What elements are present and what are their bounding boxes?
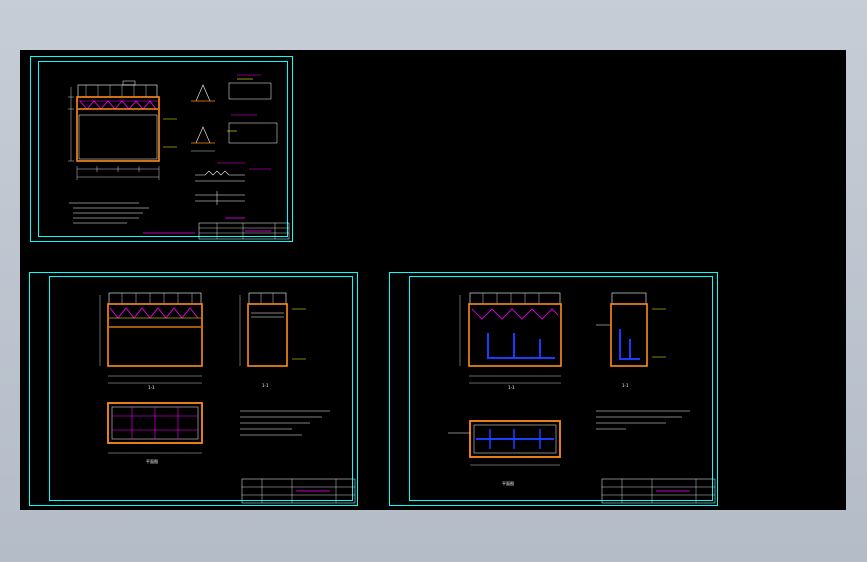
sheet-3-title-block bbox=[601, 478, 716, 504]
svg-text:1-1: 1-1 bbox=[508, 385, 515, 390]
tank-side-section: 1-1 bbox=[239, 292, 306, 388]
sheet-2-drawing: 1-1 1-1 平面图 bbox=[99, 292, 356, 504]
drawing-sheet-2[interactable]: 1-1 1-1 平面图 bbox=[29, 272, 358, 506]
sheet-3-drawing: 1-1 1-1 平面图 bbox=[448, 292, 716, 504]
sheet-2-title-block bbox=[241, 478, 356, 504]
sheet-2-notes bbox=[240, 410, 330, 436]
tank-side-section-2: 1-1 bbox=[596, 292, 666, 388]
svg-text:平面图: 平面图 bbox=[502, 480, 514, 486]
drawing-sheet-1[interactable] bbox=[30, 56, 293, 242]
tank-section-elevation: 1-1 bbox=[99, 292, 203, 390]
sheet-1-notes bbox=[69, 202, 245, 234]
svg-text:1-1: 1-1 bbox=[262, 383, 269, 388]
svg-text:1-1: 1-1 bbox=[622, 383, 629, 388]
drawing-sheet-3[interactable]: 1-1 1-1 平面图 bbox=[389, 272, 718, 506]
svg-text:平面图: 平面图 bbox=[146, 458, 158, 464]
tank-plan-view: 平面图 bbox=[107, 402, 203, 464]
tank-elevation bbox=[68, 80, 177, 180]
sheet-1-drawing bbox=[68, 74, 290, 240]
svg-text:1-1: 1-1 bbox=[148, 385, 155, 390]
tank-plan-view-2: 平面图 bbox=[448, 420, 561, 486]
tank-section-elevation-2: 1-1 bbox=[459, 292, 562, 390]
weir-details bbox=[191, 74, 278, 205]
sheet-3-notes bbox=[596, 410, 690, 430]
sheet-1-title-block bbox=[198, 222, 290, 240]
cad-model-space[interactable]: 1-1 1-1 平面图 1-1 1-1 平面图 bbox=[20, 50, 846, 510]
